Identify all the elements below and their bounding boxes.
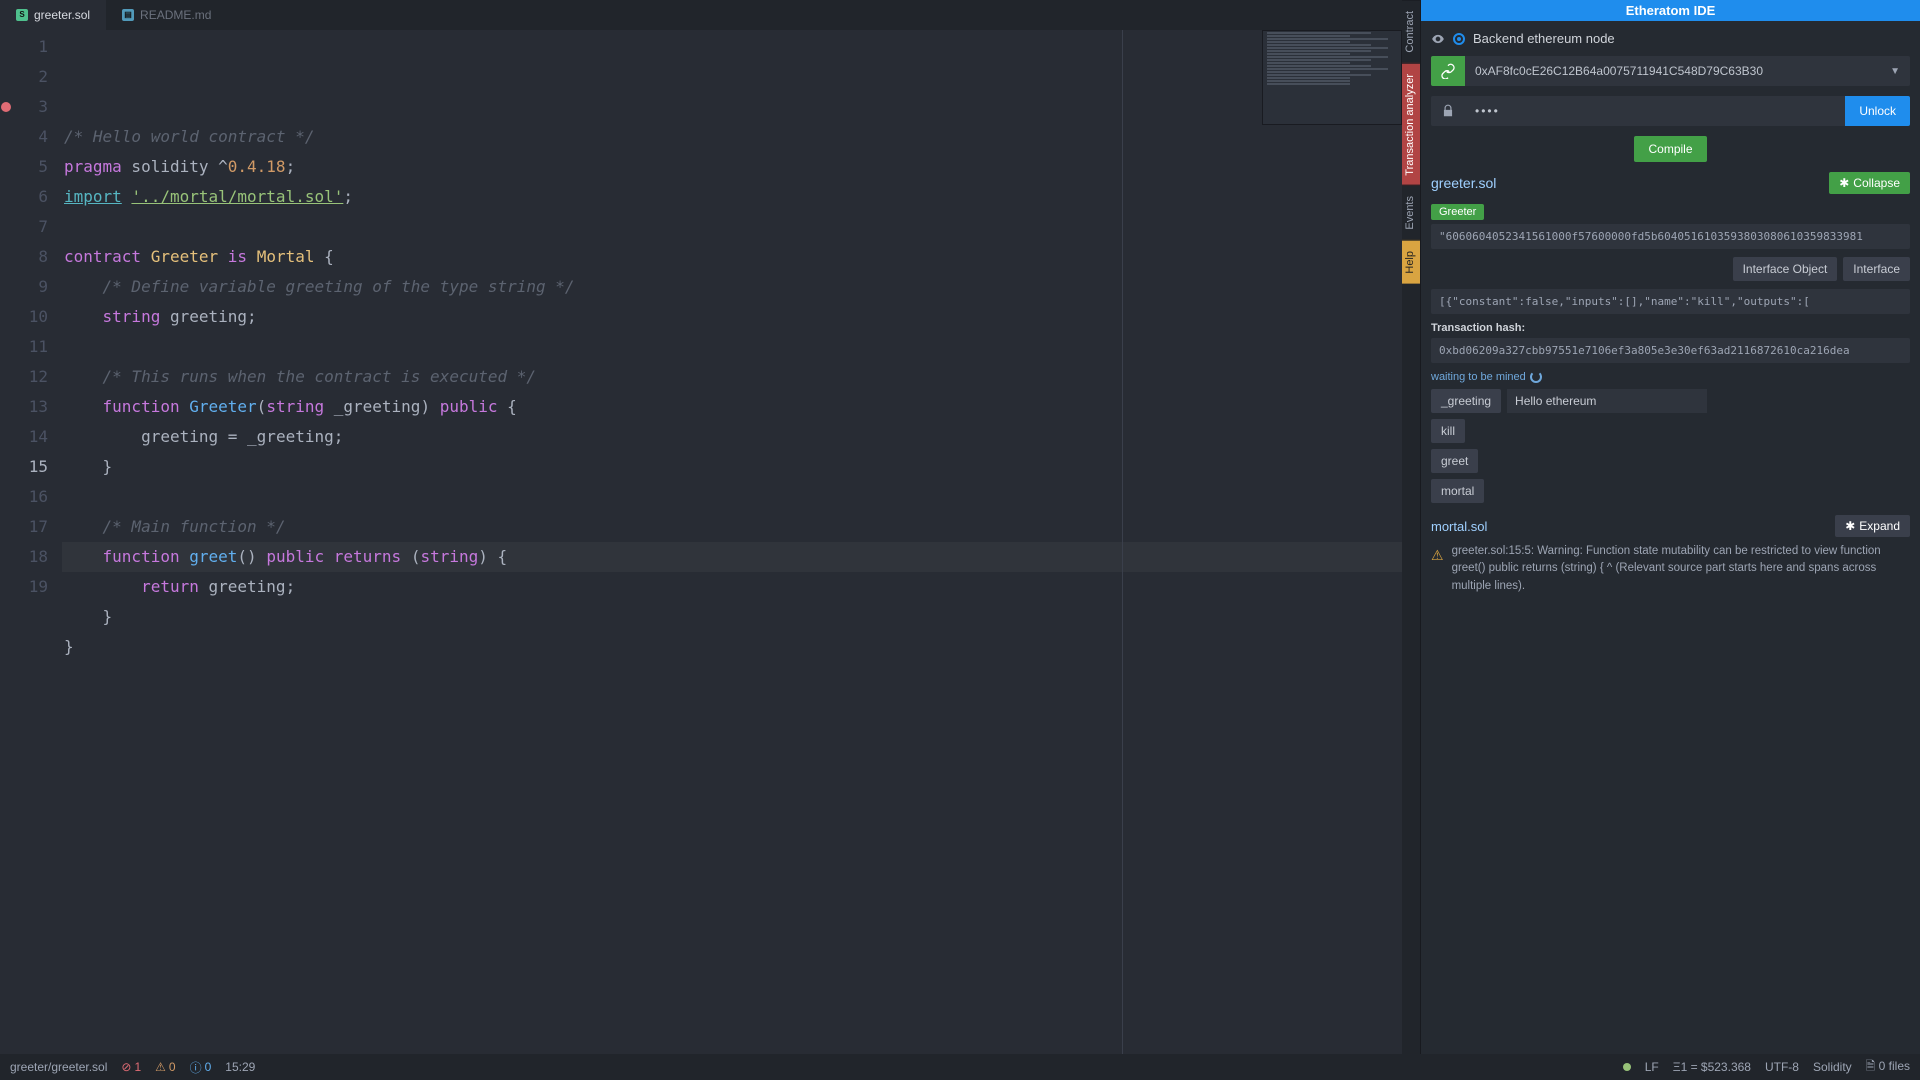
mortal-file-name: mortal.sol <box>1431 519 1487 534</box>
code-line[interactable]: function Greeter(string _greeting) publi… <box>62 392 1402 422</box>
chevron-down-icon: ▼ <box>1890 66 1900 77</box>
collapse-icon: ✱ <box>1839 176 1849 190</box>
code-line[interactable]: contract Greeter is Mortal { <box>62 242 1402 272</box>
contract-badge: Greeter <box>1431 204 1484 220</box>
tab-greeter-sol[interactable]: Sgreeter.sol <box>0 0 106 30</box>
side-tab-help[interactable]: Help <box>1402 240 1420 284</box>
node-radio[interactable] <box>1453 33 1465 45</box>
etheratom-panel: Etheratom IDE Backend ethereum node 0xAF… <box>1420 0 1920 1054</box>
password-input[interactable] <box>1465 96 1845 126</box>
status-files[interactable]: 🗎 0 files <box>1866 1057 1910 1078</box>
tab-label: README.md <box>140 8 211 22</box>
line-gutter: 12345678910111213141516171819 <box>12 30 62 1054</box>
status-path[interactable]: greeter/greeter.sol <box>10 1060 107 1074</box>
code-line[interactable]: } <box>62 602 1402 632</box>
code-line[interactable]: function greet() public returns (string)… <box>62 542 1402 572</box>
status-warnings[interactable]: ⚠0 <box>155 1060 175 1074</box>
expand-icon: ✱ <box>1845 519 1855 533</box>
connection-dot-icon <box>1623 1063 1631 1071</box>
status-errors[interactable]: ⊘1 <box>121 1060 141 1074</box>
unlock-button[interactable]: Unlock <box>1845 96 1910 126</box>
tab-README-md[interactable]: ▤ README.md <box>106 0 227 30</box>
md-file-icon: ▤ <box>122 9 134 21</box>
abi-box[interactable]: [{"constant":false,"inputs":[],"name":"k… <box>1431 289 1910 314</box>
link-icon <box>1431 56 1465 86</box>
interface-object-button[interactable]: Interface Object <box>1733 257 1838 281</box>
breakpoint-icon[interactable] <box>1 102 11 112</box>
status-cursor[interactable]: 15:29 <box>225 1060 255 1074</box>
code-line[interactable] <box>62 212 1402 242</box>
code-line[interactable]: /* This runs when the contract is execut… <box>62 362 1402 392</box>
tab-bar: Sgreeter.sol ▤ README.md <box>0 0 1402 30</box>
fn-button-_greeting[interactable]: _greeting <box>1431 389 1501 413</box>
expand-button[interactable]: ✱ Expand <box>1835 515 1910 537</box>
code-line[interactable] <box>62 662 1402 692</box>
lock-icon <box>1431 96 1465 126</box>
code-line[interactable]: return greeting; <box>62 572 1402 602</box>
fn-button-mortal[interactable]: mortal <box>1431 479 1484 503</box>
account-select[interactable]: 0xAF8fc0cE26C12B64a0075711941C548D79C63B… <box>1465 56 1910 86</box>
warning-text: greeter.sol:15:5: Warning: Function stat… <box>1452 543 1910 595</box>
txhash-box[interactable]: 0xbd06209a327cbb97551e7106ef3a805e3e30ef… <box>1431 338 1910 363</box>
side-tabs: ContractTransaction analyzerEventsHelp <box>1402 0 1420 1054</box>
status-lang[interactable]: Solidity <box>1813 1060 1852 1074</box>
side-tab-contract[interactable]: Contract <box>1402 0 1420 63</box>
side-tab-transaction-analyzer[interactable]: Transaction analyzer <box>1402 63 1420 186</box>
code-line[interactable] <box>62 482 1402 512</box>
status-bar: greeter/greeter.sol ⊘1 ⚠0 ⓘ0 15:29 LF Ξ1… <box>0 1054 1920 1080</box>
code-line[interactable]: string greeting; <box>62 302 1402 332</box>
warning-icon: ⚠ <box>1431 543 1444 595</box>
minimap[interactable] <box>1262 30 1402 125</box>
txhash-label: Transaction hash: <box>1431 322 1910 334</box>
compiled-file-name: greeter.sol <box>1431 175 1496 191</box>
spinner-icon <box>1530 371 1542 383</box>
code-line[interactable]: /* Hello world contract */ <box>62 122 1402 152</box>
code-line[interactable]: } <box>62 632 1402 662</box>
panel-title: Etheratom IDE <box>1421 0 1920 21</box>
fn-button-greet[interactable]: greet <box>1431 449 1478 473</box>
node-label: Backend ethereum node <box>1473 31 1615 46</box>
interface-button[interactable]: Interface <box>1843 257 1910 281</box>
code-line[interactable]: /* Main function */ <box>62 512 1402 542</box>
tab-label: greeter.sol <box>34 8 90 22</box>
sol-file-icon: S <box>16 9 28 21</box>
mining-status: waiting to be mined <box>1431 371 1910 383</box>
side-tab-events[interactable]: Events <box>1402 185 1420 240</box>
code-line[interactable]: } <box>62 452 1402 482</box>
code-line[interactable]: greeting = _greeting; <box>62 422 1402 452</box>
status-lf[interactable]: LF <box>1645 1060 1659 1074</box>
compile-button[interactable]: Compile <box>1634 136 1706 162</box>
fn-button-kill[interactable]: kill <box>1431 419 1465 443</box>
eye-icon <box>1431 32 1445 46</box>
status-balance[interactable]: Ξ1 = $523.368 <box>1673 1060 1751 1074</box>
ruler <box>1122 30 1123 1054</box>
code-line[interactable]: pragma solidity ^0.4.18; <box>62 152 1402 182</box>
code-line[interactable] <box>62 332 1402 362</box>
code-line[interactable]: import '../mortal/mortal.sol'; <box>62 182 1402 212</box>
bytecode-box[interactable]: "6060604052341561000f57600000fd5b6040516… <box>1431 224 1910 249</box>
status-encoding[interactable]: UTF-8 <box>1765 1060 1799 1074</box>
fn-input-_greeting[interactable] <box>1507 389 1707 413</box>
code-line[interactable]: /* Define variable greeting of the type … <box>62 272 1402 302</box>
code-editor[interactable]: 12345678910111213141516171819 /* Hello w… <box>0 30 1402 1054</box>
collapse-button[interactable]: ✱ Collapse <box>1829 172 1910 194</box>
status-info[interactable]: ⓘ0 <box>190 1059 212 1076</box>
